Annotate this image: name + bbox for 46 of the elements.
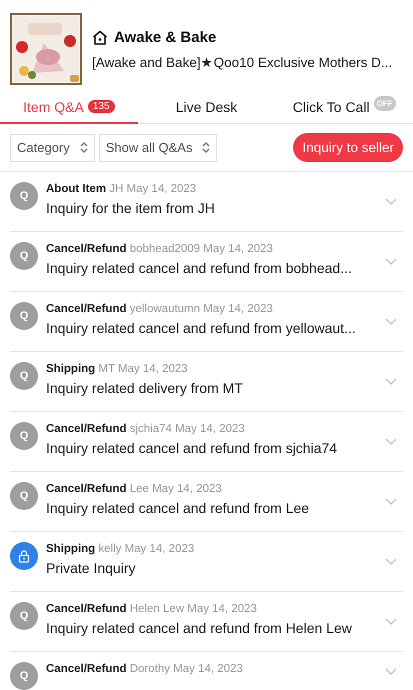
chevron-down-icon[interactable] xyxy=(385,668,397,674)
question-text[interactable]: Inquiry related cancel and refund from sjchia74 xyxy=(46,440,377,456)
lock-icon xyxy=(10,542,38,570)
question-meta: About Item JH May 14, 2023 xyxy=(46,183,198,195)
question-meta: Shipping kelly May 14, 2023 xyxy=(46,543,196,555)
question-text[interactable]: Inquiry related cancel and refund from Helen Lew xyxy=(46,620,377,636)
chevron-down-icon[interactable] xyxy=(385,198,397,205)
avatar: Q xyxy=(10,182,38,210)
chevron-down-icon[interactable] xyxy=(385,558,397,565)
tab[interactable]: Live Desk xyxy=(138,91,276,124)
chevron-down-icon[interactable] xyxy=(385,438,397,445)
chevron-down-icon[interactable] xyxy=(385,318,397,325)
avatar: Q xyxy=(10,362,38,390)
count-badge: 135 xyxy=(88,100,115,113)
chevron-down-icon[interactable] xyxy=(385,498,397,505)
question-text[interactable]: Inquiry for the item from JH xyxy=(46,200,377,216)
avatar: Q xyxy=(10,302,38,330)
question-meta: Cancel/Refund Helen Lew May 14, 2023 xyxy=(46,603,258,615)
question-meta: Cancel/Refund yellowautumn May 14, 2023 xyxy=(46,303,274,315)
avatar: Q xyxy=(10,602,38,630)
question-meta: Cancel/Refund Dorothy May 14, 2023 xyxy=(46,663,244,675)
question-meta: Cancel/Refund bobhead2009 May 14, 2023 xyxy=(46,243,274,255)
avatar: Q xyxy=(10,242,38,270)
chevron-down-icon[interactable] xyxy=(385,258,397,265)
chevron-down-icon[interactable] xyxy=(385,378,397,385)
sort-icon xyxy=(80,142,88,153)
question-text[interactable]: Private Inquiry xyxy=(46,560,377,576)
question-meta: Shipping MT May 14, 2023 xyxy=(46,363,189,375)
avatar: Q xyxy=(10,662,38,690)
dropdown[interactable]: Category xyxy=(10,134,95,162)
avatar: Q xyxy=(10,482,38,510)
question-text[interactable]: Inquiry related cancel and refund from Lee xyxy=(46,500,377,516)
question-text[interactable]: Inquiry related cancel and refund from bobhead... xyxy=(46,260,377,276)
question-meta: Cancel/Refund sjchia74 May 14, 2023 xyxy=(46,423,246,435)
question-text[interactable]: Inquiry related delivery from MT xyxy=(46,380,377,396)
question-meta: Cancel/Refund Lee May 14, 2023 xyxy=(46,483,223,495)
item-title[interactable]: [Awake and Bake]★Qoo10 Exclusive Mothers D... xyxy=(92,54,392,70)
tab[interactable]: Item Q&A 135 xyxy=(0,91,138,124)
shop-name[interactable]: Awake & Bake xyxy=(114,28,216,46)
dropdown[interactable]: Show all Q&As xyxy=(98,134,218,162)
sort-icon xyxy=(202,142,210,153)
avatar: Q xyxy=(10,422,38,450)
chevron-down-icon[interactable] xyxy=(385,618,397,625)
home-icon xyxy=(92,30,108,44)
inquiry-button[interactable]: Inquiry to seller xyxy=(293,133,403,162)
question-text[interactable]: Inquiry related cancel and refund from yellowaut... xyxy=(46,320,377,336)
